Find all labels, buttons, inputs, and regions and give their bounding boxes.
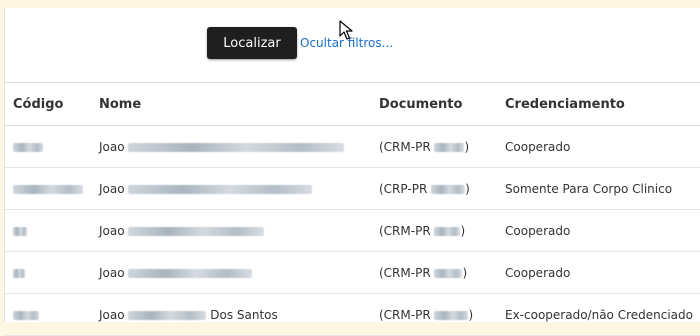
name-prefix: Joao (99, 265, 125, 280)
name-prefix: Joao (99, 223, 125, 238)
redacted-doc-number (431, 184, 466, 194)
nome-cell: Joao (99, 209, 379, 252)
doc-prefix: (CRP-PR (379, 181, 428, 196)
codigo-cell (5, 293, 99, 336)
credenciamento-cell: Ex-cooperado/não Credenciado (505, 293, 700, 336)
column-header-credenciamento[interactable]: Credenciamento (505, 83, 700, 126)
credenciamento-cell: Somente Para Corpo Clinico (505, 167, 700, 210)
documento-cell: (CRM-PR ) (379, 251, 505, 294)
redacted-doc-number (434, 310, 469, 320)
results-table: Código Nome Documento Credenciamento Joa… (5, 83, 700, 336)
doc-suffix: ) (468, 307, 474, 322)
redacted-name (128, 310, 207, 320)
redacted-name (128, 142, 345, 152)
codigo-cell (5, 251, 99, 294)
doc-suffix: ) (462, 265, 468, 280)
search-button[interactable]: Localizar (207, 27, 297, 59)
documento-cell: (CRM-PR ) (379, 125, 505, 168)
doc-suffix: ) (464, 139, 470, 154)
redacted-doc-number (434, 268, 463, 278)
documento-cell: (CRP-PR ) (379, 167, 505, 210)
credenciamento-cell: Cooperado (505, 209, 700, 252)
table-row[interactable]: Joao (CRP-PR ) Somente Para Corpo Clinic… (5, 167, 700, 210)
search-results-panel: Localizar Ocultar filtros... Código Nome… (4, 8, 700, 336)
codigo-cell (5, 209, 99, 252)
redacted-name (128, 184, 313, 194)
table-row[interactable]: Joao Dos Santos (CRM-PR ) Ex-cooperado/n… (5, 293, 700, 336)
column-header-documento[interactable]: Documento (379, 83, 505, 126)
doc-suffix: ) (465, 181, 470, 196)
top-strip (0, 0, 700, 8)
search-bar: Localizar Ocultar filtros... (5, 8, 700, 83)
name-prefix: Joao (99, 181, 125, 196)
doc-prefix: (CRM-PR (379, 265, 431, 280)
redacted-doc-number (434, 226, 461, 236)
codigo-cell (5, 125, 99, 168)
name-prefix: Joao (99, 139, 125, 154)
table-row[interactable]: Joao (CRM-PR ) Cooperado (5, 125, 700, 168)
redacted-name (128, 268, 253, 278)
column-header-codigo[interactable]: Código (5, 83, 99, 126)
nome-cell: Joao (99, 251, 379, 294)
doc-prefix: (CRM-PR (379, 223, 431, 238)
doc-suffix: ) (460, 223, 466, 238)
doc-prefix: (CRM-PR (379, 139, 431, 154)
name-suffix: Dos Santos (210, 307, 278, 322)
codigo-cell (5, 167, 99, 210)
doc-prefix: (CRM-PR (379, 307, 431, 322)
redacted-code (13, 268, 25, 278)
redacted-code (13, 226, 27, 236)
redacted-doc-number (434, 142, 465, 152)
mouse-cursor-icon (339, 20, 353, 40)
redacted-code (13, 310, 39, 320)
nome-cell: Joao (99, 125, 379, 168)
name-prefix: Joao (99, 307, 125, 322)
redacted-name (128, 226, 265, 236)
documento-cell: (CRM-PR ) (379, 293, 505, 336)
table-row[interactable]: Joao (CRM-PR ) Cooperado (5, 251, 700, 294)
nome-cell: Joao Dos Santos (99, 293, 379, 336)
credenciamento-cell: Cooperado (505, 125, 700, 168)
redacted-code (13, 184, 83, 194)
nome-cell: Joao (99, 167, 379, 210)
table-row[interactable]: Joao (CRM-PR ) Cooperado (5, 209, 700, 252)
credenciamento-cell: Cooperado (505, 251, 700, 294)
redacted-code (13, 142, 43, 152)
documento-cell: (CRM-PR ) (379, 209, 505, 252)
table-header-row: Código Nome Documento Credenciamento (5, 83, 700, 126)
column-header-nome[interactable]: Nome (99, 83, 379, 126)
